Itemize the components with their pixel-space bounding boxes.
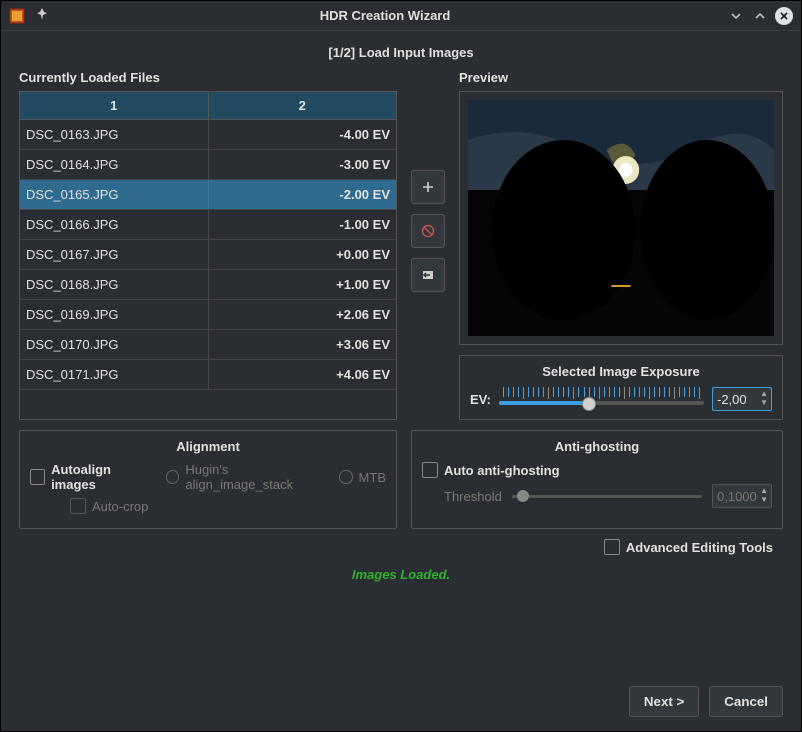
next-button[interactable]: Next > (629, 686, 699, 717)
maximize-button[interactable] (751, 7, 769, 25)
ev-slider[interactable] (499, 387, 704, 411)
pin-icon[interactable] (35, 7, 49, 24)
window-title: HDR Creation Wizard (49, 8, 721, 23)
titlebar: HDR Creation Wizard (1, 1, 801, 31)
files-label: Currently Loaded Files (19, 70, 397, 85)
file-name: DSC_0170.JPG (20, 330, 209, 359)
file-name: DSC_0171.JPG (20, 360, 209, 389)
autoalign-label: Autoalign images (51, 462, 152, 492)
exposure-panel: Selected Image Exposure EV: -2,00▲▼ (459, 355, 783, 420)
autocrop-label: Auto-crop (92, 499, 148, 514)
status-text: Images Loaded. (19, 567, 783, 582)
ghosting-title: Anti-ghosting (422, 439, 772, 454)
alignment-title: Alignment (30, 439, 386, 454)
autoghost-checkbox[interactable] (422, 462, 438, 478)
ev-spinbox[interactable]: -2,00▲▼ (712, 387, 772, 411)
ghosting-panel: Anti-ghosting Auto anti-ghosting Thresho… (411, 430, 783, 529)
table-row[interactable]: DSC_0163.JPG-4.00 EV (20, 120, 396, 150)
preview-panel (459, 91, 783, 345)
file-ev: -3.00 EV (209, 150, 397, 179)
file-ev: +4.06 EV (209, 360, 397, 389)
advanced-label: Advanced Editing Tools (626, 540, 773, 555)
files-col1[interactable]: 1 (20, 92, 209, 119)
advanced-checkbox[interactable] (604, 539, 620, 555)
table-row[interactable]: DSC_0171.JPG+4.06 EV (20, 360, 396, 390)
files-table: 1 2 DSC_0163.JPG-4.00 EVDSC_0164.JPG-3.0… (19, 91, 397, 420)
table-row[interactable]: DSC_0170.JPG+3.06 EV (20, 330, 396, 360)
file-ev: +1.00 EV (209, 270, 397, 299)
file-name: DSC_0166.JPG (20, 210, 209, 239)
close-button[interactable] (775, 7, 793, 25)
minimize-button[interactable] (727, 7, 745, 25)
cancel-button[interactable]: Cancel (709, 686, 783, 717)
files-col2[interactable]: 2 (209, 92, 397, 119)
mtb-radio (339, 470, 352, 484)
file-name: DSC_0164.JPG (20, 150, 209, 179)
file-ev: -2.00 EV (209, 180, 397, 209)
clear-files-button[interactable] (411, 258, 445, 292)
file-name: DSC_0163.JPG (20, 120, 209, 149)
step-title: [1/2] Load Input Images (19, 45, 783, 60)
threshold-spinbox: 0,1000▲▼ (712, 484, 772, 508)
hugin-label: Hugin's align_image_stack (185, 462, 329, 492)
file-ev: +2.06 EV (209, 300, 397, 329)
mtb-label: MTB (359, 470, 386, 485)
file-name: DSC_0167.JPG (20, 240, 209, 269)
table-row[interactable]: DSC_0165.JPG-2.00 EV (20, 180, 396, 210)
file-ev: -1.00 EV (209, 210, 397, 239)
autocrop-checkbox (70, 498, 86, 514)
app-icon (9, 8, 25, 24)
table-row[interactable]: DSC_0167.JPG+0.00 EV (20, 240, 396, 270)
threshold-slider (512, 487, 702, 505)
remove-files-button[interactable] (411, 214, 445, 248)
preview-label: Preview (459, 70, 783, 85)
table-row[interactable]: DSC_0169.JPG+2.06 EV (20, 300, 396, 330)
preview-image (468, 100, 774, 336)
ev-label: EV: (470, 392, 491, 407)
file-name: DSC_0165.JPG (20, 180, 209, 209)
autoghost-label: Auto anti-ghosting (444, 463, 560, 478)
table-row[interactable]: DSC_0166.JPG-1.00 EV (20, 210, 396, 240)
table-row[interactable]: DSC_0168.JPG+1.00 EV (20, 270, 396, 300)
exposure-title: Selected Image Exposure (470, 364, 772, 379)
threshold-label: Threshold (444, 489, 502, 504)
hugin-radio (166, 470, 179, 484)
alignment-panel: Alignment Autoalign images Hugin's align… (19, 430, 397, 529)
file-name: DSC_0168.JPG (20, 270, 209, 299)
file-ev: +0.00 EV (209, 240, 397, 269)
file-ev: +3.06 EV (209, 330, 397, 359)
add-files-button[interactable] (411, 170, 445, 204)
table-row[interactable]: DSC_0164.JPG-3.00 EV (20, 150, 396, 180)
autoalign-checkbox[interactable] (30, 469, 45, 485)
file-ev: -4.00 EV (209, 120, 397, 149)
file-name: DSC_0169.JPG (20, 300, 209, 329)
